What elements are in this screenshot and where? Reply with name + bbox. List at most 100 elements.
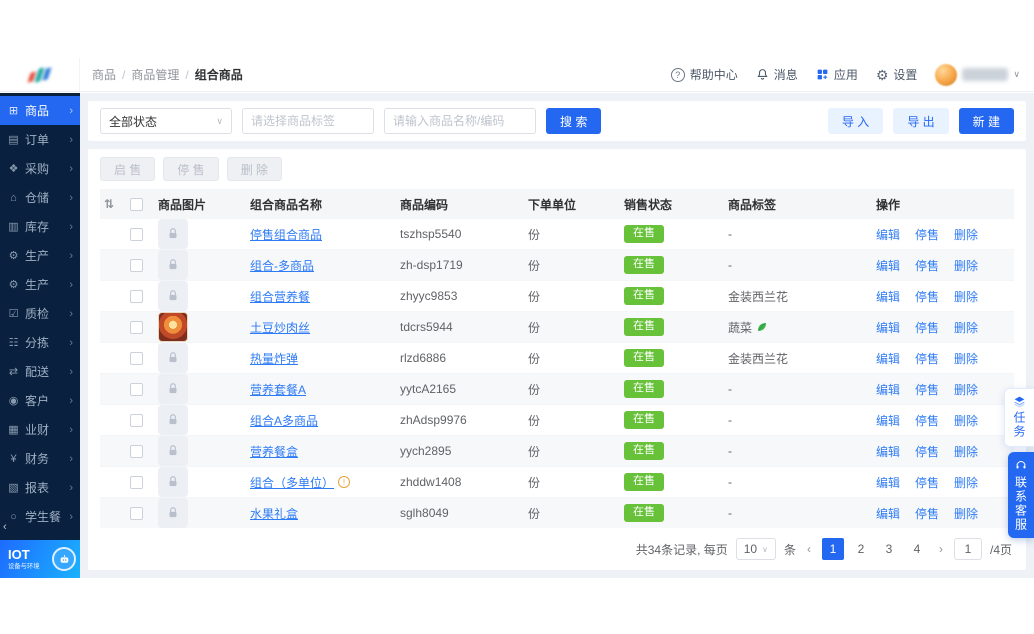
row-checkbox[interactable] — [130, 382, 143, 396]
product-name-link[interactable]: 水果礼盒 — [250, 505, 298, 522]
sidebar-item-inventory[interactable]: ▥ 库存 › — [0, 212, 80, 241]
batch-delete-button[interactable]: 删 除 — [226, 157, 283, 181]
next-page-button[interactable]: › — [936, 542, 946, 556]
stop-sale-link[interactable]: 停售 — [915, 257, 939, 274]
edit-link[interactable]: 编辑 — [876, 319, 900, 336]
row-checkbox[interactable] — [130, 506, 143, 520]
delete-link[interactable]: 删除 — [954, 505, 978, 522]
edit-link[interactable]: 编辑 — [876, 443, 900, 460]
row-checkbox[interactable] — [130, 351, 143, 365]
row-checkbox[interactable] — [130, 289, 143, 303]
tag-filter-input[interactable] — [242, 108, 374, 134]
breadcrumb-goods[interactable]: 商品 — [92, 66, 116, 83]
stop-sale-link[interactable]: 停售 — [915, 288, 939, 305]
sidebar-item-warehouse[interactable]: ⌂ 仓储 › — [0, 183, 80, 212]
product-name-link[interactable]: 热量炸弹 — [250, 350, 298, 367]
user-menu[interactable]: ∨ — [935, 63, 1020, 86]
product-name-link[interactable]: 组合-多商品 — [250, 257, 314, 274]
product-name-link[interactable]: 组合营养餐 — [250, 288, 310, 305]
messages-button[interactable]: 消息 — [756, 66, 798, 83]
product-name-link[interactable]: 组合（多单位） — [250, 474, 334, 491]
delete-link[interactable]: 删除 — [954, 319, 978, 336]
delete-link[interactable]: 删除 — [954, 381, 978, 398]
product-photo — [158, 312, 188, 342]
page-button-4[interactable]: 4 — [906, 538, 928, 560]
export-button[interactable]: 导 出 — [893, 108, 949, 134]
edit-link[interactable]: 编辑 — [876, 505, 900, 522]
row-checkbox[interactable] — [130, 475, 143, 489]
row-checkbox[interactable] — [130, 444, 143, 458]
stop-sale-link[interactable]: 停售 — [915, 226, 939, 243]
row-checkbox[interactable] — [130, 258, 143, 272]
row-checkbox[interactable] — [130, 227, 143, 241]
row-checkbox[interactable] — [130, 413, 143, 427]
stop-sale-link[interactable]: 停售 — [915, 350, 939, 367]
edit-link[interactable]: 编辑 — [876, 412, 900, 429]
product-name-link[interactable]: 营养套餐A — [250, 381, 306, 398]
stop-sale-link[interactable]: 停售 — [915, 505, 939, 522]
stop-sale-link[interactable]: 停售 — [915, 412, 939, 429]
delete-link[interactable]: 删除 — [954, 443, 978, 460]
customer-service-float-tab[interactable]: 联系客服 — [1008, 452, 1034, 538]
edit-link[interactable]: 编辑 — [876, 350, 900, 367]
delete-link[interactable]: 删除 — [954, 350, 978, 367]
sidebar-item-finance[interactable]: ¥ 财务 › — [0, 444, 80, 473]
sidebar-item-quality-check[interactable]: ☑ 质检 › — [0, 299, 80, 328]
sidebar-item-business-finance[interactable]: ▦ 业财 › — [0, 415, 80, 444]
edit-link[interactable]: 编辑 — [876, 257, 900, 274]
batch-stop-sale-button[interactable]: 停 售 — [163, 157, 219, 181]
product-name-link[interactable]: 停售组合商品 — [250, 226, 322, 243]
task-float-tab[interactable]: 任务 — [1004, 388, 1034, 447]
delete-link[interactable]: 删除 — [954, 288, 978, 305]
sidebar-item-production-2[interactable]: ⚙ 生产 › — [0, 270, 80, 299]
product-name-link[interactable]: 营养餐盒 — [250, 443, 298, 460]
sidebar-item-sorting[interactable]: ☷ 分拣 › — [0, 328, 80, 357]
app-logo[interactable] — [0, 58, 80, 91]
edit-link[interactable]: 编辑 — [876, 381, 900, 398]
delete-link[interactable]: 删除 — [954, 412, 978, 429]
row-checkbox[interactable] — [130, 320, 143, 334]
product-tag: - — [728, 444, 732, 458]
product-tag: 金装西兰花 — [728, 289, 789, 304]
page-button-1[interactable]: 1 — [821, 538, 844, 560]
help-center-button[interactable]: ? 帮助中心 — [670, 66, 738, 83]
stop-sale-link[interactable]: 停售 — [915, 443, 939, 460]
delete-link[interactable]: 删除 — [954, 474, 978, 491]
page-button-2[interactable]: 2 — [850, 538, 872, 560]
stop-sale-link[interactable]: 停售 — [915, 319, 939, 336]
create-button[interactable]: 新 建 — [958, 108, 1014, 134]
batch-enable-sale-button[interactable]: 启 售 — [100, 157, 156, 181]
status-filter-select[interactable]: 全部状态 ∨ — [100, 108, 232, 134]
sidebar-item-goods[interactable]: ⊞ 商品 › — [0, 96, 80, 125]
edit-link[interactable]: 编辑 — [876, 226, 900, 243]
delete-link[interactable]: 删除 — [954, 226, 978, 243]
delete-link[interactable]: 删除 — [954, 257, 978, 274]
import-button[interactable]: 导 入 — [827, 108, 884, 134]
stop-sale-link[interactable]: 停售 — [915, 381, 939, 398]
product-name-link[interactable]: 组合A多商品 — [250, 412, 318, 429]
settings-button[interactable]: ⚙ 设置 — [876, 66, 918, 83]
sort-drag-icon[interactable]: ⇅ — [104, 197, 114, 211]
breadcrumb-goods-management[interactable]: 商品管理 — [131, 66, 179, 83]
keyword-filter-input[interactable] — [384, 108, 536, 134]
sidebar-item-orders[interactable]: ▤ 订单 › — [0, 125, 80, 154]
select-all-checkbox[interactable] — [130, 197, 143, 211]
page-size-select[interactable]: 10 ∨ — [735, 538, 776, 560]
sidebar-item-purchase[interactable]: ❖ 采购 › — [0, 154, 80, 183]
sidebar-item-delivery[interactable]: ⇄ 配送 › — [0, 357, 80, 386]
apps-button[interactable]: 应用 — [816, 66, 858, 83]
stop-sale-link[interactable]: 停售 — [915, 474, 939, 491]
sidebar-item-student-meal[interactable]: ○ 学生餐 › — [0, 502, 80, 531]
page-jump-input[interactable]: 1 — [953, 538, 982, 560]
page-button-3[interactable]: 3 — [878, 538, 900, 560]
robot-assistant-icon[interactable] — [52, 547, 76, 571]
sidebar-item-customers[interactable]: ◉ 客户 › — [0, 386, 80, 415]
edit-link[interactable]: 编辑 — [876, 474, 900, 491]
sidebar-item-reports[interactable]: ▧ 报表 › — [0, 473, 80, 502]
edit-link[interactable]: 编辑 — [876, 288, 900, 305]
sidebar-item-production-1[interactable]: ⚙ 生产 › — [0, 241, 80, 270]
prev-page-button[interactable]: ‹ — [804, 542, 814, 556]
search-button[interactable]: 搜 索 — [546, 108, 602, 134]
product-name-link[interactable]: 土豆炒肉丝 — [250, 319, 310, 336]
sidebar-collapse-icon[interactable]: ‹ — [3, 521, 7, 533]
